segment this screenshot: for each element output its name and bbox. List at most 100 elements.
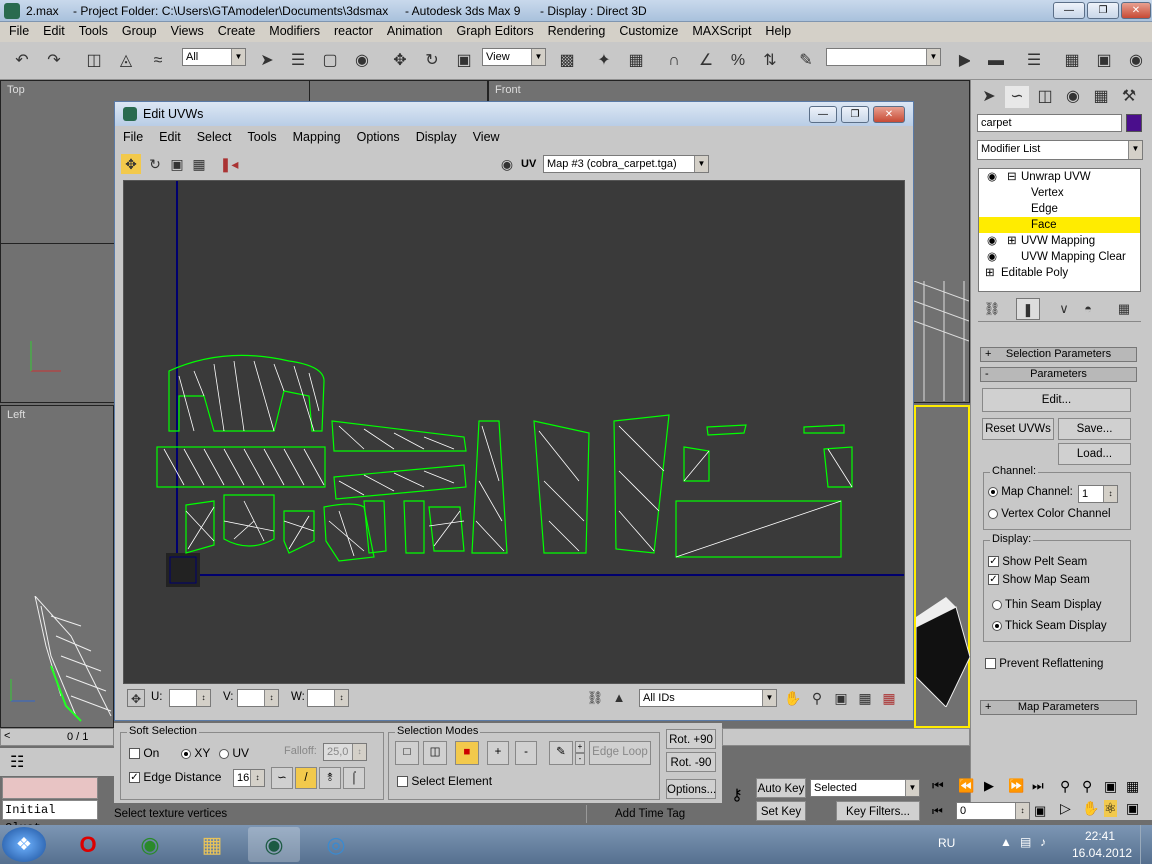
orbit-icon[interactable]: ⚛ <box>1104 800 1117 817</box>
grid-snap-icon[interactable]: ▦ <box>879 688 899 708</box>
menu-modifiers[interactable]: Modifiers <box>262 22 327 42</box>
falloff-slow-button[interactable]: ⥉ <box>319 767 341 789</box>
key-filters-button[interactable]: Key Filters... <box>836 801 920 821</box>
hierarchy-tab-icon[interactable]: ◫ <box>1033 86 1057 108</box>
map-dropdown[interactable]: Map #3 (cobra_carpet.tga) ▼ <box>543 155 709 173</box>
create-tab-icon[interactable]: ➤ <box>977 86 1001 108</box>
minimize-button[interactable]: — <box>1053 2 1085 19</box>
window-crossing-icon[interactable]: ◉ <box>350 50 374 72</box>
chrome-icon[interactable]: ◉ <box>124 827 176 862</box>
select-element-checkbox[interactable]: Select Element <box>397 774 492 788</box>
rectangular-selection-icon[interactable]: ▢ <box>318 50 342 72</box>
go-to-end-icon[interactable]: ⏭ <box>1032 778 1044 794</box>
menu-graph-editors[interactable]: Graph Editors <box>450 22 541 42</box>
zoom-all-icon[interactable]: ⚲ <box>1082 778 1092 795</box>
falloff-linear-button[interactable]: / <box>295 767 317 789</box>
stack-item-unwrap-uvw[interactable]: ◉ ⊟ Unwrap UVW <box>979 169 1140 185</box>
fov-icon[interactable]: ▷ <box>1060 800 1071 817</box>
zoom-extents-all-icon[interactable]: ▦ <box>1126 778 1139 795</box>
3dsmax-taskbar-icon[interactable]: ◉ <box>248 827 300 862</box>
rotate-icon[interactable]: ↻ <box>420 50 444 72</box>
uvw-minimize-button[interactable]: — <box>809 106 837 123</box>
menu-animation[interactable]: Animation <box>380 22 450 42</box>
clock-date[interactable]: 16.04.2012 <box>1072 846 1132 860</box>
move-icon[interactable]: ✥ <box>388 50 412 72</box>
timeline-prev-icon[interactable]: < <box>4 730 10 742</box>
prevent-reflattening-checkbox[interactable]: Prevent Reflattening <box>985 658 1103 670</box>
expand-icon[interactable]: ⊞ <box>1007 233 1017 249</box>
selection-filter-dropdown[interactable]: All ▼ <box>182 48 246 66</box>
save-button[interactable]: Save... <box>1058 418 1131 440</box>
make-unique-icon[interactable]: ∨ <box>1052 298 1076 320</box>
time-slider[interactable]: < 0 / 1 <box>0 728 114 746</box>
material-editor-icon[interactable]: ◉ <box>1124 50 1148 72</box>
redo-icon[interactable]: ↷ <box>42 50 66 72</box>
viewport-label-front[interactable]: Front <box>495 84 521 96</box>
uv-editor-canvas[interactable] <box>123 180 905 684</box>
paint-size-down-button[interactable]: - <box>575 753 585 765</box>
uvw-maximize-button[interactable]: ❐ <box>841 106 869 123</box>
menu-file[interactable]: File <box>2 22 36 42</box>
menu-maxscript[interactable]: MAXScript <box>685 22 758 42</box>
named-selection-sets-dropdown[interactable]: ▼ <box>826 48 941 66</box>
thick-seam-radio[interactable]: Thick Seam Display <box>992 620 1107 632</box>
uv-label[interactable]: UV <box>521 158 536 170</box>
remove-modifier-icon[interactable]: ◓ <box>1076 298 1100 320</box>
uvw-close-button[interactable]: ✕ <box>873 106 905 123</box>
stack-item-uvw-mapping[interactable]: ◉ ⊞ UVW Mapping <box>979 233 1140 249</box>
menu-views[interactable]: Views <box>164 22 211 42</box>
pivot-center-icon[interactable]: ▩ <box>555 50 579 72</box>
map-channel-field[interactable]: 1 ↕ <box>1078 485 1118 503</box>
menu-group[interactable]: Group <box>115 22 164 42</box>
modifier-list-dropdown[interactable]: Modifier List ▼ <box>977 140 1143 160</box>
falloff-field[interactable]: 25,0 ↕ <box>323 743 367 761</box>
menu-tools[interactable]: Tools <box>72 22 115 42</box>
keyboard-shortcut-icon[interactable]: ▦ <box>624 50 648 72</box>
globe-icon[interactable]: ◎ <box>310 827 362 862</box>
key-mode-icon[interactable]: ⏮ <box>932 804 943 819</box>
uvw-mirror-icon[interactable]: ❚◂ <box>219 154 239 174</box>
selected-dropdown[interactable]: Selected ▼ <box>810 779 920 797</box>
uvw-freeform-icon[interactable]: ▦ <box>189 154 209 174</box>
maximize-button[interactable]: ❐ <box>1087 2 1119 19</box>
vertex-mode-button[interactable]: □ <box>395 741 419 765</box>
stack-item-editable-poly[interactable]: ⊞ Editable Poly <box>979 265 1140 281</box>
uvw-menu-tools[interactable]: Tools <box>239 128 284 150</box>
uvw-menu-mapping[interactable]: Mapping <box>285 128 349 150</box>
rot-minus-90-button[interactable]: Rot. -90 <box>666 752 716 772</box>
ids-dropdown[interactable]: All IDs ▼ <box>639 689 777 707</box>
viewport-label-top[interactable]: Top <box>7 84 25 96</box>
paint-select-button[interactable]: ✎ <box>549 741 573 765</box>
uvw-menu-select[interactable]: Select <box>189 128 240 150</box>
zoom-extents-icon[interactable]: ▦ <box>855 688 875 708</box>
layer-manager-icon[interactable]: ☰ <box>1022 50 1046 72</box>
edit-named-selection-icon[interactable]: ✎ <box>794 50 818 72</box>
load-button[interactable]: Load... <box>1058 443 1131 465</box>
add-time-tag[interactable]: Add Time Tag <box>586 805 746 823</box>
stack-item-uvw-mapping-clear[interactable]: ◉ UVW Mapping Clear <box>979 249 1140 265</box>
pan-nav-icon[interactable]: ✋ <box>1082 800 1099 817</box>
zoom-nav-icon[interactable]: ⚲ <box>1060 778 1070 795</box>
face-mode-button[interactable]: ■ <box>455 741 479 765</box>
align-icon[interactable]: ▬ <box>984 50 1008 72</box>
v-field[interactable]: ↕ <box>237 689 279 707</box>
absolute-offset-icon[interactable]: ✥ <box>127 689 145 707</box>
menu-rendering[interactable]: Rendering <box>541 22 613 42</box>
explorer-folder-icon[interactable]: ▦ <box>186 827 238 862</box>
uvw-menu-display[interactable]: Display <box>408 128 465 150</box>
uvw-scale-icon[interactable]: ▣ <box>167 154 187 174</box>
select-manipulate-icon[interactable]: ✦ <box>592 50 616 72</box>
link-icon[interactable]: ◫ <box>82 50 106 72</box>
grow-selection-button[interactable]: + <box>487 741 509 765</box>
pin-stack-icon[interactable]: ⛓ <box>980 298 1004 320</box>
stack-item-vertex[interactable]: Vertex <box>979 185 1140 201</box>
volume-icon[interactable]: ♪ <box>1040 835 1046 849</box>
key-icon[interactable]: ⚷ <box>722 785 752 805</box>
menu-customize[interactable]: Customize <box>612 22 685 42</box>
falloff-fast-button[interactable]: ⌠ <box>343 767 365 789</box>
bind-space-warp-icon[interactable]: ≈ <box>146 50 170 72</box>
uvw-checker-icon[interactable]: ◉ <box>497 154 517 174</box>
thin-seam-radio[interactable]: Thin Seam Display <box>992 599 1102 611</box>
unlink-icon[interactable]: ◬ <box>114 50 138 72</box>
prev-frame-icon[interactable]: ⏪ <box>958 778 974 794</box>
